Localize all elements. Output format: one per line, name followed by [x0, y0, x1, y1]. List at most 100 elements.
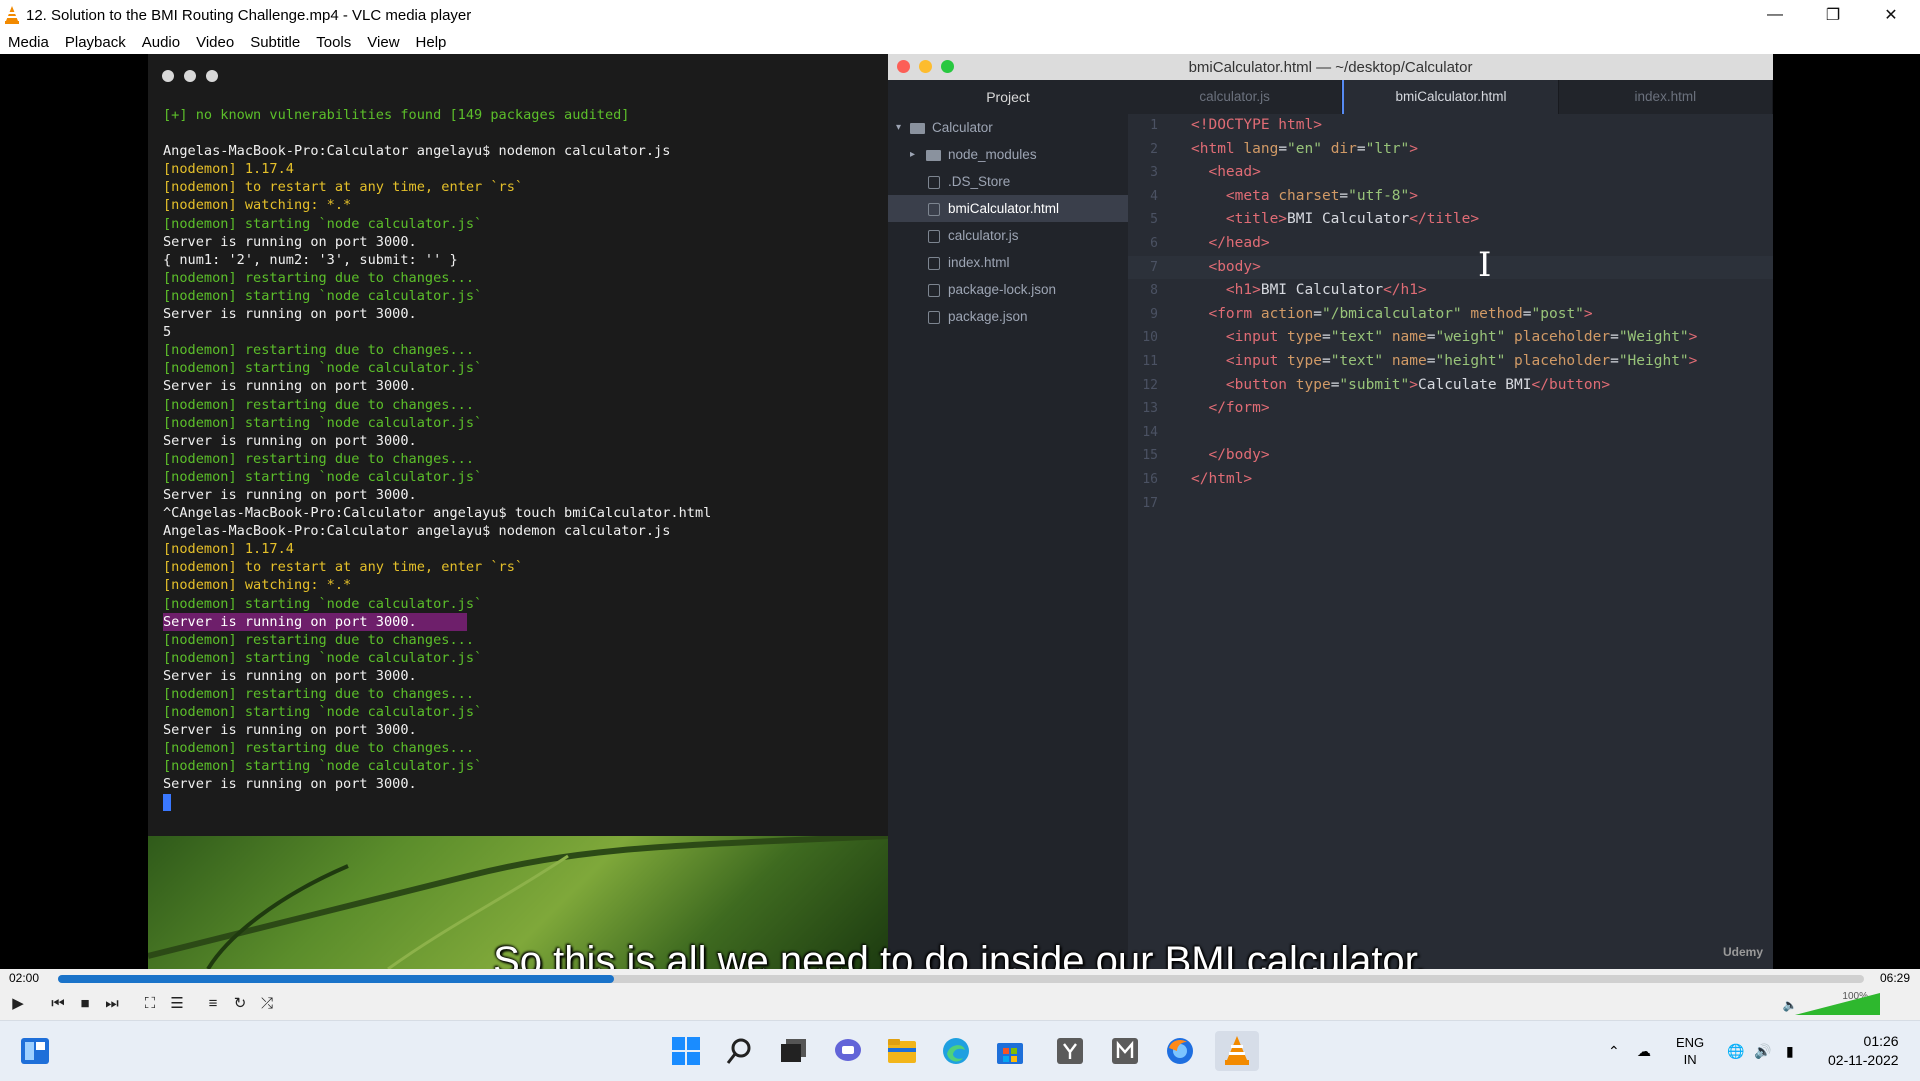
tree-item[interactable]: ▸ node_modules	[888, 141, 1128, 168]
menu-audio[interactable]: Audio	[134, 34, 188, 51]
video-area[interactable]: [+] no known vulnerabilities found [149 …	[0, 54, 1920, 969]
playlist-icon[interactable]: ≡	[201, 991, 225, 1015]
code-text: </head>	[1208, 234, 1270, 251]
code-line[interactable]: 13 </form>	[1128, 397, 1773, 421]
task-view-icon[interactable]	[774, 1031, 814, 1071]
tree-item[interactable]: ▾ Calculator	[888, 114, 1128, 141]
vlc-taskbar-icon[interactable]	[1215, 1031, 1259, 1071]
code-line[interactable]: 9 <form action="/bmicalculator" method="…	[1128, 303, 1773, 327]
code-line[interactable]: 15 </body>	[1128, 444, 1773, 468]
clock[interactable]: 01:26 02-11-2022	[1828, 1021, 1899, 1081]
line-number: 12	[1142, 377, 1158, 393]
terminal-line: [nodemon] restarting due to changes...	[163, 739, 711, 757]
app-y-icon[interactable]	[1050, 1031, 1090, 1071]
code-text: <!DOCTYPE html>	[1191, 117, 1322, 133]
code-text: </html>	[1191, 470, 1253, 487]
terminal-line-text: { num1: '2', num2: '3', submit: '' }	[163, 251, 458, 268]
file-explorer-icon[interactable]	[882, 1031, 922, 1071]
code-line[interactable]: 4 <meta charset="utf-8">	[1128, 185, 1773, 209]
file-icon	[928, 203, 940, 216]
code-line[interactable]: 17	[1128, 492, 1773, 516]
play-icon[interactable]: ▶	[6, 991, 30, 1015]
tree-item[interactable]: package-lock.json	[888, 276, 1128, 303]
tray-chevron-icon[interactable]: ⌃	[1608, 1021, 1620, 1081]
code-line[interactable]: 1 <!DOCTYPE html>	[1128, 114, 1773, 138]
close-button[interactable]: ✕	[1862, 0, 1920, 30]
restore-button[interactable]: ❐	[1804, 0, 1862, 30]
menu-playback[interactable]: Playback	[57, 34, 134, 51]
tab-index-html[interactable]: index.html	[1559, 80, 1773, 114]
network-icon[interactable]: 🌐	[1727, 1021, 1744, 1081]
terminal-line: Server is running on port 3000.	[163, 377, 711, 395]
menu-video[interactable]: Video	[188, 34, 242, 51]
video-frame: [+] no known vulnerabilities found [149 …	[148, 54, 1773, 969]
line-number: 10	[1142, 330, 1158, 346]
terminal-line: { num1: '2', num2: '3', submit: '' }	[163, 251, 711, 269]
terminal-line-text: Server is running on port 3000.	[163, 432, 417, 449]
volume-tray-icon[interactable]: 🔊	[1754, 1021, 1771, 1081]
region-code: IN	[1683, 1052, 1697, 1067]
code-line[interactable]: 12 <button type="submit">Calculate BMI</…	[1128, 374, 1773, 398]
tree-item[interactable]: .DS_Store	[888, 168, 1128, 195]
terminal-line: [nodemon] starting `node calculator.js`	[163, 359, 711, 377]
terminal-line: [nodemon] restarting due to changes...	[163, 685, 711, 703]
code-line[interactable]: 8 <h1>BMI Calculator</h1>	[1128, 279, 1773, 303]
terminal-line-text: [nodemon] restarting due to changes...	[163, 631, 474, 648]
menu-view[interactable]: View	[359, 34, 407, 51]
code-text: <form action="/bmicalculator" method="po…	[1208, 305, 1593, 322]
firefox-icon[interactable]	[1160, 1031, 1200, 1071]
extended-settings-icon[interactable]: ☰	[165, 991, 189, 1015]
code-line[interactable]: 6 </head>	[1128, 232, 1773, 256]
code-line[interactable]: 11 <input type="text" name="height" plac…	[1128, 350, 1773, 374]
code-area[interactable]: 1 <!DOCTYPE html> 2 <html lang="en" dir="lt…	[1128, 114, 1773, 969]
menu-subtitle[interactable]: Subtitle	[242, 34, 308, 51]
tree-item[interactable]: index.html	[888, 249, 1128, 276]
next-icon[interactable]: ⏭	[100, 991, 124, 1015]
code-line[interactable]: 14	[1128, 421, 1773, 445]
app-m-icon[interactable]	[1105, 1031, 1145, 1071]
tree-item[interactable]: package.json	[888, 303, 1128, 330]
terminal-line-text: Server is running on port 3000.	[163, 667, 417, 684]
tree-item[interactable]: calculator.js	[888, 222, 1128, 249]
code-line[interactable]: 7 <body>	[1128, 255, 1773, 280]
tab-calculator-js[interactable]: calculator.js	[1128, 80, 1343, 114]
stop-icon[interactable]: ■	[73, 991, 97, 1015]
menu-media[interactable]: Media	[0, 34, 57, 51]
file-icon	[928, 230, 940, 243]
tree-item[interactable]: bmiCalculator.html	[888, 195, 1128, 222]
search-icon[interactable]	[720, 1031, 760, 1071]
code-line[interactable]: 2 <html lang="en" dir="ltr">	[1128, 138, 1773, 162]
edge-icon[interactable]	[936, 1031, 976, 1071]
menu-help[interactable]: Help	[408, 34, 455, 51]
onedrive-icon[interactable]: ☁	[1637, 1021, 1651, 1081]
previous-icon[interactable]: ⏮	[46, 991, 70, 1015]
tab-bmicalculator-html[interactable]: bmiCalculator.html	[1342, 80, 1559, 114]
chat-icon[interactable]	[828, 1031, 868, 1071]
fullscreen-icon[interactable]: ⛶	[138, 991, 162, 1015]
code-text: <body>	[1208, 258, 1261, 275]
widgets-icon[interactable]	[15, 1031, 55, 1071]
terminal-line: [nodemon] restarting due to changes...	[163, 450, 711, 468]
volume-slider[interactable]	[1795, 993, 1880, 1015]
terminal-line-text: [nodemon] watching: *.*	[163, 197, 352, 214]
loop-icon[interactable]: ↻	[228, 991, 252, 1015]
store-icon[interactable]	[990, 1031, 1030, 1071]
code-line[interactable]: 10 <input type="text" name="weight" plac…	[1128, 326, 1773, 350]
language-indicator[interactable]: ENG IN	[1676, 1021, 1704, 1081]
terminal-line-text: [nodemon] watching: *.*	[163, 577, 352, 594]
minimize-button[interactable]: —	[1746, 0, 1804, 30]
seek-bar[interactable]	[58, 975, 1864, 983]
menu-tools[interactable]: Tools	[308, 34, 359, 51]
collapse-caret-icon[interactable]: ▸	[910, 141, 915, 168]
terminal-output: [+] no known vulnerabilities found [149 …	[163, 106, 711, 794]
expand-caret-icon[interactable]: ▾	[896, 114, 901, 141]
shuffle-icon[interactable]: ⤮	[255, 991, 279, 1015]
start-icon[interactable]	[666, 1031, 706, 1071]
code-line[interactable]: 5 <title>BMI Calculator</title>	[1128, 208, 1773, 232]
code-line[interactable]: 16 </html>	[1128, 468, 1773, 492]
tree-item-label: package-lock.json	[948, 282, 1057, 297]
battery-icon[interactable]: ▮	[1786, 1021, 1794, 1081]
terminal-line-text: [nodemon] restarting due to changes...	[163, 740, 474, 757]
code-line[interactable]: 3 <head>	[1128, 161, 1773, 185]
line-number: 9	[1150, 306, 1158, 322]
